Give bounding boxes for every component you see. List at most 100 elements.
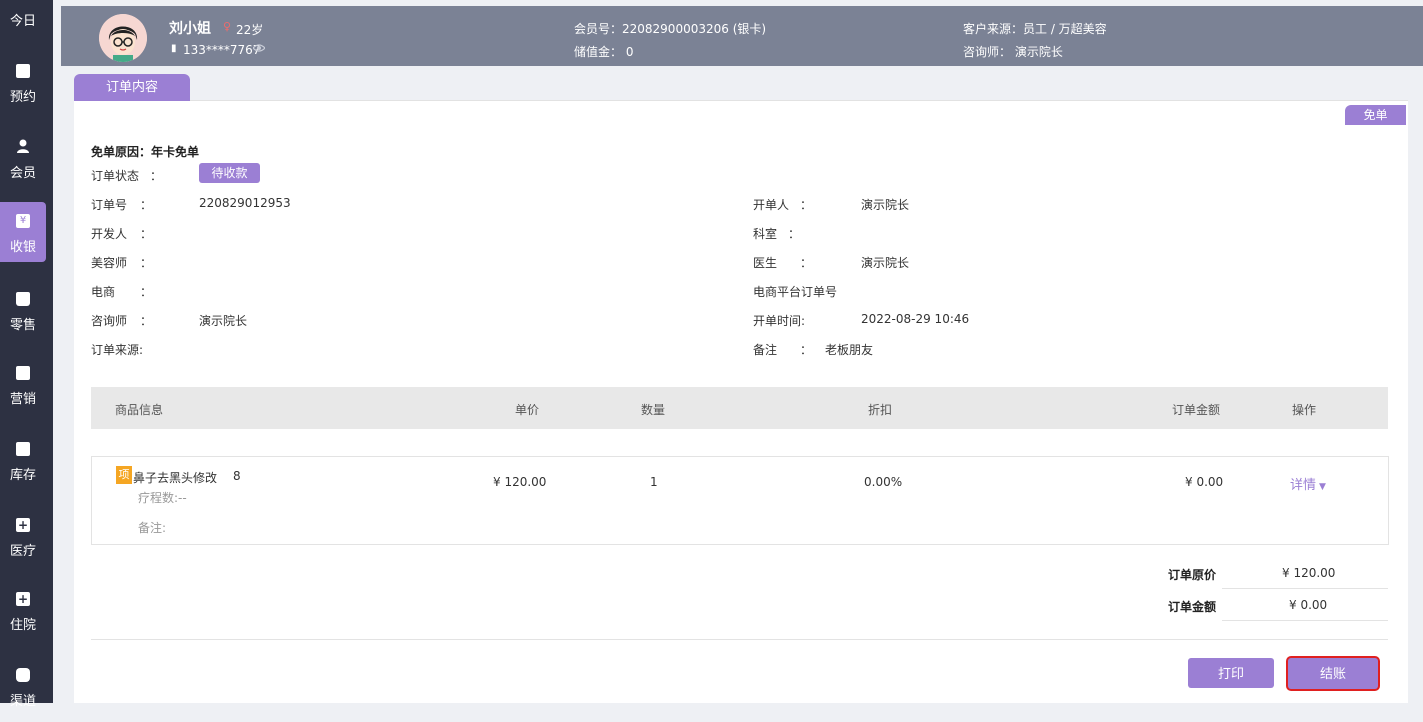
tab-divider (190, 100, 1408, 101)
col-qty: 数量 (641, 403, 666, 417)
sidebar-item-label: 住院 (9, 618, 36, 633)
sidebar-item-label: 收银 (9, 240, 36, 255)
developer-label: 开发人 (91, 227, 128, 241)
col-action: 操作 (1292, 403, 1317, 417)
bookmark-icon (16, 366, 30, 380)
detail-link[interactable]: 详情 ▼ (1290, 474, 1326, 493)
sidebar-item-label: 预约 (9, 90, 36, 105)
col-price: 单价 (515, 403, 540, 417)
detail-label: 详情 (1290, 478, 1317, 493)
sidebar-item-label: 库存 (9, 468, 36, 483)
medical-case-icon: + (16, 518, 30, 532)
discount: 0.00% (864, 475, 903, 489)
colon: ： (140, 227, 153, 241)
sidebar-item-retail[interactable]: 零售 (0, 284, 46, 344)
customer-phone: 133****7767 (183, 43, 261, 57)
archive-icon (16, 442, 30, 456)
col-product: 商品信息 (115, 403, 164, 417)
product-name: 鼻子去黑头修改 (133, 471, 218, 485)
quantity: 1 (650, 475, 658, 489)
sidebar-item-cashier[interactable]: ¥ 收银 (0, 202, 46, 262)
print-button[interactable]: 打印 (1188, 658, 1274, 688)
order-amount-value: ¥ 0.00 (1289, 598, 1328, 612)
customer-source: 客户来源：员工 / 万超美容 (963, 22, 1107, 36)
waive-reason: 免单原因：年卡免单 (91, 145, 200, 159)
creator-value: 演示院长 (861, 198, 910, 212)
beautician-label: 美容师 (91, 256, 128, 270)
sidebar-item-label: 医疗 (9, 544, 36, 559)
database-icon (16, 668, 30, 682)
female-icon: ♀ (223, 20, 232, 33)
original-price-label: 订单原价 (1168, 568, 1217, 582)
ecommerce-label: 电商 (91, 285, 116, 299)
sidebar-item-inpatient[interactable]: + 住院 (0, 588, 46, 648)
colon: ： (800, 198, 813, 212)
order-amount-label: 订单金额 (1168, 600, 1217, 614)
doctor-value: 演示院长 (861, 256, 910, 270)
order-no-value: 220829012953 (199, 196, 291, 210)
phone-icon: ▮ (171, 43, 177, 54)
product-count: 8 (233, 469, 241, 483)
sidebar-item-today[interactable]: ★ 今日 (0, 0, 46, 40)
table-header: 商品信息 单价 数量 折扣 订单金额 操作 (91, 387, 1388, 429)
col-amount: 订单金额 (1172, 403, 1221, 417)
caret-down-icon: ▼ (1319, 482, 1326, 492)
colon: ： (140, 285, 153, 299)
checkout-button[interactable]: 结账 (1288, 658, 1378, 689)
open-time-label: 开单时间: (753, 314, 806, 328)
row-amount: ¥ 0.00 (1185, 475, 1224, 489)
order-no-label: 订单号 (91, 198, 128, 212)
table-row (91, 456, 1389, 545)
calendar-check-icon (16, 64, 30, 78)
tab-order-content[interactable]: 订单内容 (74, 74, 190, 101)
sidebar-item-label: 营销 (9, 392, 36, 407)
sidebar-item-member[interactable]: 会员 (0, 132, 46, 192)
sidebar-item-marketing[interactable]: 营销 (0, 360, 46, 420)
bag-icon (16, 292, 30, 306)
platform-order-label: 电商平台订单号 (753, 285, 838, 299)
colon: ： (140, 198, 153, 212)
yen-icon: ¥ (16, 214, 30, 228)
unit-price: ¥ 120.00 (493, 475, 547, 489)
sidebar: ★ 今日 预约 会员 ¥ 收银 零售 营销 库存 + 医疗 + 住院 渠道 (0, 0, 53, 709)
stored-value: 储值金： 0 (574, 45, 634, 59)
footer-divider (91, 639, 1388, 640)
sidebar-item-medical[interactable]: + 医疗 (0, 512, 46, 572)
sidebar-item-label: 今日 (9, 14, 36, 29)
sidebar-item-label: 会员 (9, 166, 36, 181)
sidebar-item-inventory[interactable]: 库存 (0, 436, 46, 496)
summary-divider (1222, 620, 1388, 621)
colon: ： (800, 343, 813, 357)
creator-label: 开单人 (753, 198, 790, 212)
customer-header: 刘小姐 ♀ 22岁 ▮ 133****7767 会员号：220829000032… (61, 6, 1423, 66)
customer-name: 刘小姐 (169, 21, 211, 37)
status-badge: 免单 (1345, 105, 1406, 125)
member-number: 会员号：22082900003206 (银卡) (574, 22, 767, 36)
gutter (53, 0, 61, 703)
colon: ： (788, 227, 801, 241)
sidebar-item-channel[interactable]: 渠道 (0, 662, 46, 722)
order-source-label: 订单来源: (91, 343, 144, 357)
original-price-value: ¥ 120.00 (1282, 566, 1336, 580)
avatar (99, 14, 147, 62)
remark-value: 老板朋友 (825, 343, 874, 357)
customer-age: 22岁 (236, 23, 264, 37)
sidebar-item-appointment[interactable]: 预约 (0, 56, 46, 116)
open-time-value: 2022-08-29 10:46 (861, 312, 970, 326)
remark-label: 备注 (753, 343, 778, 357)
doctor-label: 医生 (753, 256, 778, 270)
colon: ： (800, 256, 813, 270)
user-icon (16, 138, 30, 153)
colon: ： (150, 169, 163, 183)
colon: ： (140, 314, 153, 328)
consultant-value: 演示院长 (199, 314, 248, 328)
dept-label: 科室 (753, 227, 778, 241)
consultant-label: 咨询师 (91, 314, 128, 328)
row-note: 备注: (138, 521, 167, 535)
sidebar-item-label: 零售 (9, 318, 36, 333)
customer-consultant: 咨询师： 演示院长 (963, 45, 1063, 59)
course-count: 疗程数:-- (138, 491, 187, 505)
order-status-tag: 待收款 (199, 163, 260, 183)
eye-icon[interactable] (252, 42, 266, 56)
project-tag: 项 (116, 466, 132, 484)
